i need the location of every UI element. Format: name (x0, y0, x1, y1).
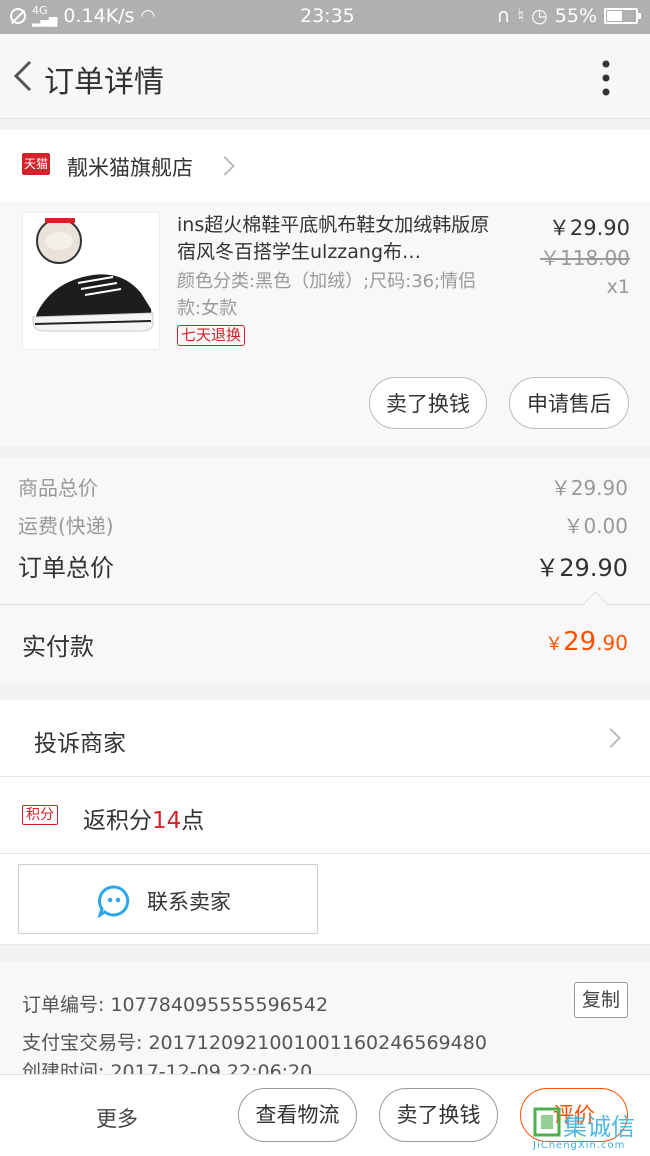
status-time: 23:35 (300, 5, 355, 27)
more-vertical-icon[interactable] (597, 60, 615, 96)
product-quantity: x1 (606, 276, 630, 298)
signal-icon: 4G ▂▄▆ (32, 4, 58, 27)
watermark-subtext: JiChengXin.com (533, 1140, 626, 1151)
watermark-logo: 集诚信 JiChengXin.com (533, 1107, 649, 1155)
points-row: 积分 返积分14点 (0, 777, 650, 854)
mute-bell-icon: ♮ (517, 5, 525, 27)
battery-fill (607, 11, 622, 21)
contact-area: 联系卖家 (0, 854, 650, 945)
alipay-number: 支付宝交易号: 2017120921001001160246569480 (22, 1032, 487, 1054)
sell-button[interactable]: 卖了换钱 (369, 377, 487, 429)
alarm-icon: ◷ (531, 5, 548, 27)
goods-total-label: 商品总价 (18, 476, 98, 500)
created-time: 创建时间: 2017-12-09 22:06:20 (22, 1061, 313, 1074)
points-number: 14 (152, 808, 182, 834)
product-image[interactable] (22, 212, 160, 350)
product-original-price: ￥118.00 (540, 246, 630, 270)
order-info: 订单编号: 107784095555596542 支付宝交易号: 2017120… (0, 962, 650, 1074)
do-not-disturb-icon (10, 8, 26, 25)
product-spec: 颜色分类:黑色（加绒）;尺码:36;情侣款:女款 (177, 271, 477, 319)
contact-seller-label: 联系卖家 (147, 890, 231, 914)
after-sales-button[interactable]: 申请售后 (509, 377, 629, 429)
product-card: ins超火棉鞋平底帆布鞋女加绒韩版原宿风冬百搭学生ulzzang布… 颜色分类:… (0, 202, 650, 446)
chevron-right-icon (215, 156, 235, 176)
chevron-right-icon (601, 728, 621, 748)
paid-row: 实付款 ￥29.90 (0, 605, 650, 683)
paid-currency: ￥ (545, 634, 564, 655)
title-bar: 订单详情 (0, 34, 650, 119)
paid-value: ￥29.90 (545, 627, 628, 657)
product-title[interactable]: ins超火棉鞋平底帆布鞋女加绒韩版原宿风冬百搭学生ulzzang布… (177, 212, 497, 266)
back-arrow-icon[interactable] (10, 58, 40, 94)
paid-label: 实付款 (22, 633, 94, 661)
status-bar: 4G ▂▄▆ 0.14K/s ◠ 23:35 ∩ ♮ ◷ 55% (0, 0, 650, 34)
watermark-emblem-icon (533, 1107, 561, 1137)
battery-percent: 55% (554, 5, 597, 27)
order-total-value: ￥29.90 (535, 554, 628, 582)
points-prefix: 返积分 (83, 808, 152, 834)
headset-icon: ∩ (496, 5, 511, 27)
sneaker-image (32, 218, 154, 332)
chat-bubble-icon (97, 885, 130, 918)
product-price: ￥29.90 (548, 216, 630, 240)
copy-button[interactable]: 复制 (574, 982, 628, 1018)
order-total-label: 订单总价 (18, 554, 114, 582)
return-policy-tag: 七天退换 (177, 325, 246, 346)
contact-seller-button[interactable]: 联系卖家 (18, 864, 318, 934)
points-suffix: 点 (181, 808, 205, 834)
more-button[interactable]: 更多 (96, 1103, 138, 1133)
paid-decimal: .90 (596, 631, 628, 655)
watermark-text: 集诚信 (563, 1113, 635, 1141)
store-name[interactable]: 靓米猫旗舰店 (67, 152, 193, 182)
page-title: 订单详情 (44, 65, 164, 100)
points-text: 返积分14点 (83, 801, 204, 835)
shipping-value: ￥0.00 (563, 514, 628, 538)
sell-for-cash-button[interactable]: 卖了换钱 (379, 1088, 498, 1142)
status-right: ∩ ♮ ◷ 55% (496, 5, 641, 27)
battery-icon (604, 8, 641, 24)
price-summary: 商品总价 ￥29.90 运费(快递) ￥0.00 订单总价 ￥29.90 (0, 458, 650, 605)
shipping-label: 运费(快递) (18, 514, 114, 538)
paid-integer: 29 (563, 627, 597, 657)
points-badge: 积分 (22, 805, 58, 825)
goods-total-value: ￥29.90 (550, 476, 628, 500)
status-left: 4G ▂▄▆ 0.14K/s ◠ (10, 5, 155, 27)
store-row[interactable]: 天猫 靓米猫旗舰店 (0, 130, 650, 203)
network-speed: 0.14K/s (63, 5, 135, 27)
complain-merchant-label: 投诉商家 (34, 731, 126, 757)
view-logistics-button[interactable]: 查看物流 (238, 1088, 357, 1142)
wifi-icon: ◠ (140, 6, 156, 26)
complain-merchant-row[interactable]: 投诉商家 (0, 700, 650, 777)
order-number: 订单编号: 107784095555596542 (22, 994, 329, 1016)
tmall-logo: 天猫 (22, 153, 50, 175)
